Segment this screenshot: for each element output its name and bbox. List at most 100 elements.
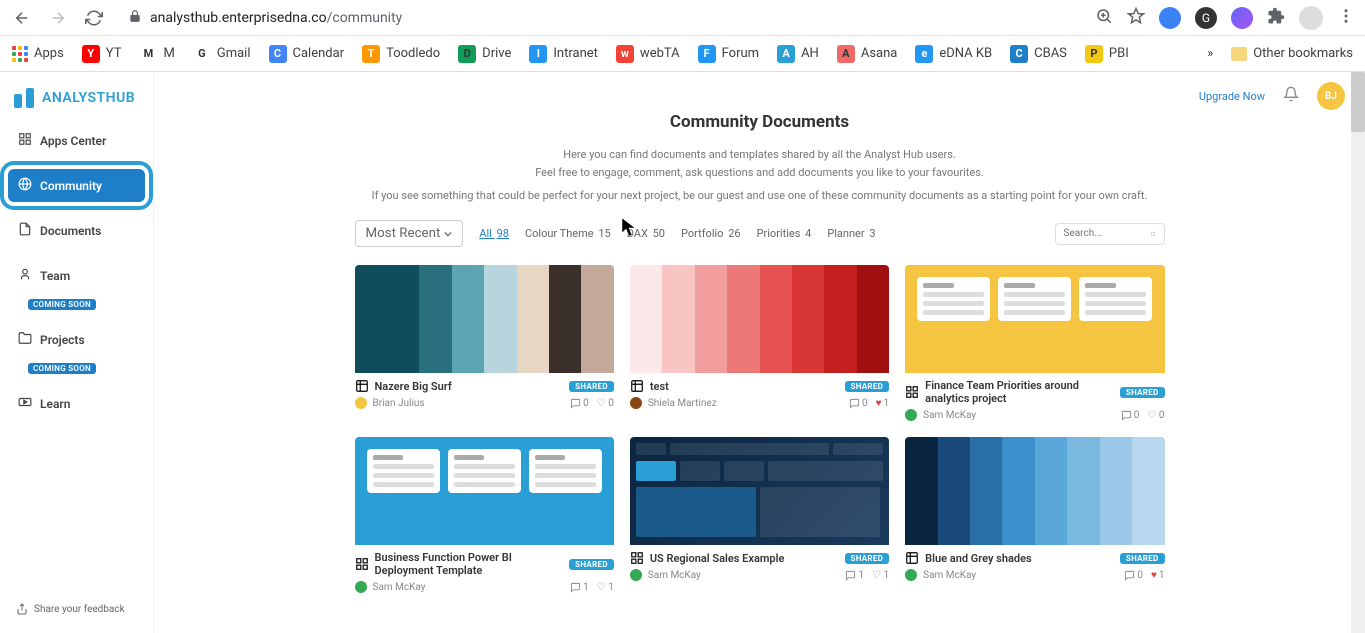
likes-count[interactable]: ♥ 1 <box>876 398 890 409</box>
sort-button[interactable]: Most Recent <box>355 220 464 247</box>
sidebar-item-label: Documents <box>40 224 101 238</box>
sidebar-item-learn[interactable]: Learn <box>8 387 145 420</box>
bookmark-item[interactable]: wwebTA <box>616 45 680 63</box>
bookmark-item[interactable]: PPBI <box>1085 45 1129 63</box>
star-icon[interactable] <box>1127 7 1145 29</box>
bookmark-item[interactable]: YYT <box>82 45 122 63</box>
likes-count[interactable]: ♡ 1 <box>872 570 889 581</box>
filter-tab-colour-theme[interactable]: Colour Theme 15 <box>525 227 611 240</box>
bookmark-item[interactable]: eeDNA KB <box>915 45 992 63</box>
comments-count[interactable]: 0 <box>1121 410 1140 421</box>
bookmark-item[interactable]: MM <box>139 45 174 63</box>
document-card[interactable]: Blue and Grey shades SHARED Sam McKay 0 … <box>905 437 1164 593</box>
bookmark-item[interactable]: GGmail <box>193 45 251 63</box>
other-bookmarks[interactable]: Other bookmarks <box>1231 46 1353 61</box>
bookmark-label: PBI <box>1109 46 1129 61</box>
play-icon <box>18 395 32 412</box>
bookmark-icon: e <box>915 45 933 63</box>
bookmark-icon: C <box>1010 45 1028 63</box>
team-icon <box>18 267 32 284</box>
card-type-icon <box>355 379 369 393</box>
card-title: test <box>650 380 839 393</box>
bookmark-item[interactable]: Apps <box>12 46 64 62</box>
document-card[interactable]: Business Function Power BI Deployment Te… <box>355 437 614 593</box>
sidebar-item-projects[interactable]: Projects <box>8 323 145 356</box>
filter-tab-priorities[interactable]: Priorities 4 <box>757 227 812 240</box>
likes-count[interactable]: ♡ 1 <box>597 582 614 593</box>
document-card[interactable]: Nazere Big Surf SHARED Brian Julius 0 ♡ … <box>355 265 614 421</box>
forward-button[interactable] <box>46 6 70 30</box>
filter-tab-dax[interactable]: DAX 50 <box>627 227 665 240</box>
menu-icon[interactable] <box>1337 7 1355 29</box>
card-type-icon <box>905 385 919 399</box>
feedback-link[interactable]: Share your feedback <box>8 597 145 621</box>
bookmark-icon: Y <box>82 45 100 63</box>
document-card[interactable]: US Regional Sales Example SHARED Sam McK… <box>630 437 889 593</box>
back-button[interactable] <box>10 6 34 30</box>
comments-count[interactable]: 0 <box>570 398 589 409</box>
bookmark-item[interactable]: AAH <box>777 45 819 63</box>
bell-icon[interactable] <box>1283 86 1299 106</box>
user-avatar[interactable]: BJ <box>1317 82 1345 110</box>
card-type-icon <box>630 379 644 393</box>
reload-button[interactable] <box>82 6 106 30</box>
bookmarks-more[interactable]: » <box>1207 46 1213 61</box>
search-input[interactable] <box>1064 228 1144 239</box>
bookmark-item[interactable]: DDrive <box>458 45 511 63</box>
extensions-icon[interactable] <box>1267 7 1285 29</box>
main-content: Upgrade Now BJ Community Documents Here … <box>154 72 1365 633</box>
comments-count[interactable]: 0 <box>849 398 868 409</box>
bookmark-item[interactable]: C CBAS <box>1010 45 1067 63</box>
sidebar-item-label: Learn <box>40 397 70 411</box>
bookmark-item[interactable]: TToodledo <box>362 45 440 63</box>
sidebar-item-apps-center[interactable]: Apps Center <box>8 124 145 157</box>
sidebar-item-documents[interactable]: Documents <box>8 214 145 247</box>
filters-row: Most Recent All 98 Colour Theme 15 DAX 50 P… <box>355 220 1165 247</box>
bookmark-label: CBAS <box>1034 46 1067 61</box>
author-avatar <box>355 397 367 409</box>
bookmark-item[interactable]: FForum <box>698 45 759 63</box>
comments-count[interactable]: 1 <box>570 582 589 593</box>
bookmark-label: webTA <box>640 46 680 61</box>
sidebar-item-team[interactable]: Team <box>8 259 145 292</box>
filter-tab-all[interactable]: All 98 <box>479 227 509 240</box>
search-box[interactable] <box>1055 223 1165 245</box>
topbar: Upgrade Now BJ <box>1199 82 1345 110</box>
profile-avatar[interactable] <box>1299 6 1323 30</box>
extension-icon[interactable] <box>1159 7 1181 29</box>
likes-count[interactable]: ♡ 0 <box>1147 410 1164 421</box>
extension-icon[interactable] <box>1231 7 1253 29</box>
document-card[interactable]: Finance Team Priorities around analytics… <box>905 265 1164 421</box>
comments-count[interactable]: 0 <box>1124 570 1143 581</box>
likes-count[interactable]: ♥ 1 <box>1151 570 1165 581</box>
extension-icon[interactable]: G <box>1195 7 1217 29</box>
filter-tab-planner[interactable]: Planner 3 <box>827 227 875 240</box>
url-bar[interactable]: analysthub.enterprisedna.co/community <box>118 9 1083 27</box>
sidebar-item-label: Projects <box>40 333 85 347</box>
side-nav: Apps Center Community Documents Team COMING … <box>8 124 145 430</box>
bookmark-label: Gmail <box>217 46 251 61</box>
bookmark-label: Forum <box>722 46 759 61</box>
bookmark-item[interactable]: CCalendar <box>269 45 345 63</box>
chrome-actions: G <box>1095 6 1355 30</box>
likes-count[interactable]: ♡ 0 <box>597 398 614 409</box>
upgrade-link[interactable]: Upgrade Now <box>1199 90 1265 103</box>
bookmark-item[interactable]: AAsana <box>837 45 898 63</box>
coming-soon-badge: COMING SOON <box>28 299 96 310</box>
folder-icon <box>18 331 32 348</box>
document-card[interactable]: test SHARED Shiela Martinez 0 ♥ 1 <box>630 265 889 421</box>
cards-grid: Nazere Big Surf SHARED Brian Julius 0 ♡ … <box>355 265 1165 593</box>
bookmark-item[interactable]: IIntranet <box>529 45 598 63</box>
sidebar-item-community[interactable]: Community <box>8 169 145 202</box>
filter-tab-portfolio[interactable]: Portfolio 26 <box>681 227 741 240</box>
zoom-icon[interactable] <box>1095 7 1113 29</box>
card-thumbnail <box>905 265 1164 373</box>
comments-count[interactable]: 1 <box>845 570 864 581</box>
logo-icon <box>14 88 34 108</box>
card-type-icon <box>630 551 644 565</box>
scrollbar[interactable] <box>1351 72 1365 633</box>
browser-nav-bar: analysthub.enterprisedna.co/community G <box>0 0 1365 36</box>
logo[interactable]: ANALYSTHUB <box>8 84 145 124</box>
shared-badge: SHARED <box>845 381 890 392</box>
card-author: Brian Julius <box>373 398 425 409</box>
